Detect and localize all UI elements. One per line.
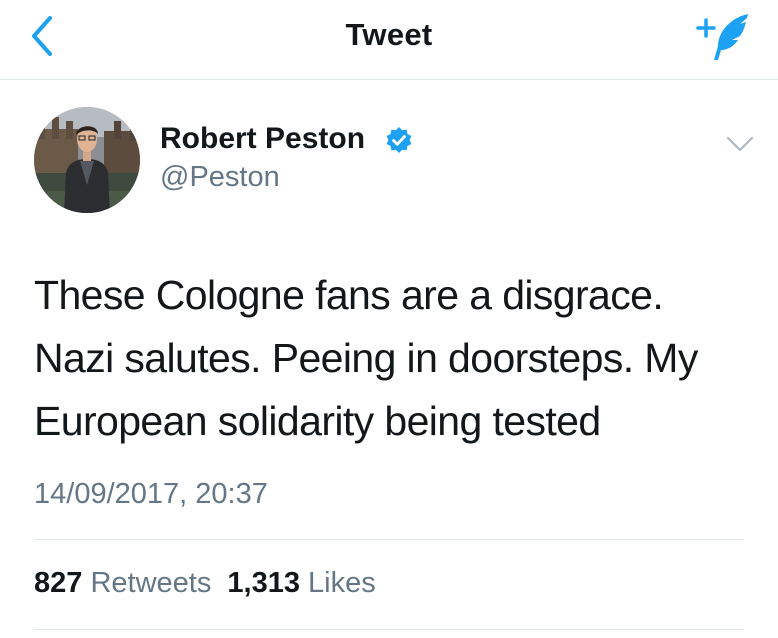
tweet-text-line: Nazi salutes. Peeing in doorsteps. My — [34, 335, 698, 381]
tweet-text-line: These Cologne fans are a disgrace. — [34, 272, 664, 318]
compose-tweet-icon — [696, 14, 748, 60]
likes-label: Likes — [308, 567, 376, 599]
retweets-count: 827 — [34, 567, 83, 599]
tweet-stats: 827 Retweets 1,313 Likes — [34, 567, 376, 600]
tweet-text-line: European solidarity being tested — [34, 398, 601, 444]
page-title: Tweet — [345, 17, 433, 52]
avatar[interactable] — [34, 107, 140, 213]
likes-count: 1,313 — [227, 567, 300, 599]
tweet-text: These Cologne fans are a disgrace. Nazi … — [34, 264, 754, 453]
tweet-timestamp: 14/09/2017, 20:37 — [34, 478, 268, 510]
verified-badge-icon — [386, 127, 412, 153]
author-handle[interactable]: @Peston — [160, 161, 280, 194]
navigation-bar: Tweet — [0, 0, 778, 80]
author-name[interactable]: Robert Peston — [160, 122, 365, 156]
compose-tweet-button[interactable] — [694, 10, 754, 64]
divider — [34, 539, 744, 540]
retweets-label: Retweets — [90, 567, 212, 599]
chevron-down-icon — [726, 136, 754, 152]
divider — [34, 629, 744, 630]
likes-stat[interactable]: 1,313 Likes — [227, 567, 375, 600]
retweets-stat[interactable]: 827 Retweets — [34, 567, 211, 600]
tweet-options-button[interactable] — [722, 126, 758, 162]
